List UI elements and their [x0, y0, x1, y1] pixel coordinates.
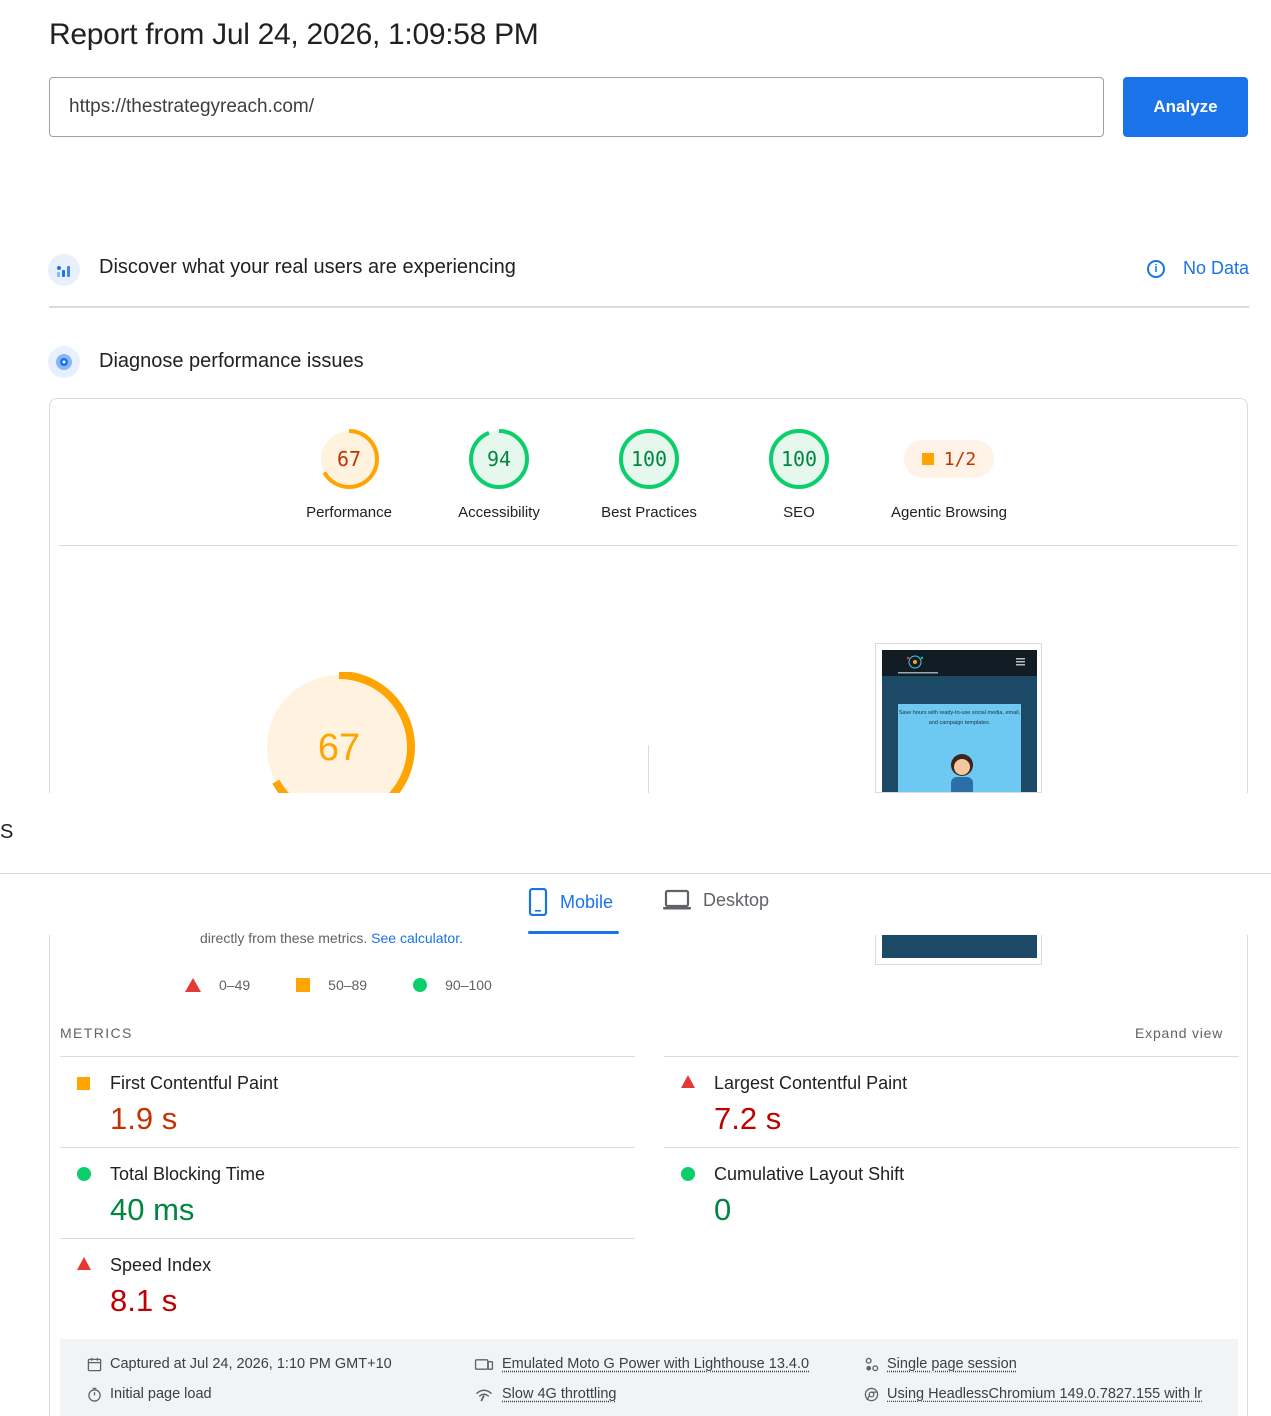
info-icon: i: [1147, 259, 1165, 278]
metric-name: Cumulative Layout Shift: [714, 1164, 905, 1184]
diagnose-icon: [48, 346, 80, 378]
metric-name: Speed Index: [110, 1255, 212, 1275]
score-accessibility[interactable]: 94 Accessibility: [439, 428, 559, 521]
thumbnail-bottom: [875, 935, 1042, 965]
initial-load-text: Initial page load: [110, 1386, 212, 1402]
metrics-header: METRICS: [60, 1025, 133, 1041]
vertical-divider: [648, 745, 649, 793]
session-text: Single page session: [887, 1356, 1017, 1372]
score-agentic-browsing[interactable]: 1/2 Agentic Browsing: [874, 440, 1024, 521]
pass-circle-icon: [413, 978, 428, 992]
pass-circle-icon: [77, 1167, 91, 1181]
mobile-phone-icon: [528, 888, 548, 916]
performance-gauge-large: 67: [262, 672, 416, 793]
score-label: Accessibility: [458, 504, 540, 521]
tab-mobile-label: Mobile: [560, 891, 614, 912]
tab-desktop-label: Desktop: [703, 889, 770, 910]
score-value: 1/2: [943, 448, 977, 470]
tab-bar-divider: [0, 873, 1271, 874]
page-screenshot-thumbnail[interactable]: Save hours with ready-to-use social medi…: [875, 643, 1042, 793]
score-value: 67: [337, 447, 361, 471]
pass-circle-icon: [681, 1167, 695, 1181]
score-performance[interactable]: 67 Performance: [289, 428, 409, 521]
browser-version[interactable]: Using HeadlessChromium 149.0.7827.155 wi…: [864, 1386, 1238, 1402]
runtime-settings: [60, 1339, 1238, 1416]
metric-fcp: First Contentful Paint 1.9 s: [60, 1056, 635, 1147]
average-square-icon: [77, 1077, 90, 1090]
emulated-device[interactable]: Emulated Moto G Power with Lighthouse 13…: [474, 1356, 809, 1372]
score-label: Performance: [306, 504, 392, 521]
score-value: 100: [781, 447, 817, 471]
score-label: Agentic Browsing: [891, 504, 1007, 521]
agentic-pill: 1/2: [904, 440, 994, 478]
metric-value: 8.1 s: [110, 1283, 178, 1318]
sticky-tab-bar: [0, 793, 1271, 935]
metric-value: 7.2 s: [714, 1101, 782, 1136]
emulated-text: Emulated Moto G Power with Lighthouse 13…: [502, 1356, 810, 1372]
average-square-icon: [296, 978, 311, 992]
captured-text: Captured at Jul 24, 2026, 1:10 PM GMT+10: [110, 1356, 392, 1372]
session-icon: [865, 1357, 879, 1371]
crux-title: Discover what your real users are experi…: [99, 256, 516, 278]
fail-triangle-icon: [77, 1257, 91, 1270]
captured-at: Captured at Jul 24, 2026, 1:10 PM GMT+10: [87, 1356, 392, 1372]
fail-triangle-icon: [681, 1075, 695, 1088]
tab-desktop[interactable]: Desktop: [663, 888, 769, 912]
illustration-person-icon: [951, 754, 973, 792]
page-session[interactable]: Single page session: [864, 1356, 1017, 1372]
no-data-link[interactable]: i No Data: [1147, 258, 1249, 279]
score-label: Best Practices: [601, 504, 697, 521]
metric-name: Largest Contentful Paint: [714, 1073, 908, 1093]
expand-view-button[interactable]: Expand view: [1135, 1025, 1223, 1041]
calculator-text: directly from these metrics.: [200, 930, 368, 946]
thumbnail-caption: Save hours with ready-to-use social medi…: [898, 710, 1021, 726]
browser-text: Using HeadlessChromium 149.0.7827.155 wi…: [887, 1386, 1203, 1402]
no-data-label: No Data: [1183, 258, 1250, 278]
average-square-icon: [921, 453, 934, 465]
analyze-button[interactable]: Analyze: [1123, 77, 1248, 137]
partial-heading-letter: S: [0, 821, 14, 843]
score-value: 100: [631, 447, 667, 471]
chrome-icon: [864, 1387, 879, 1401]
metric-tbt: Total Blocking Time 40 ms: [60, 1147, 635, 1238]
score-best-practices[interactable]: 100 Best Practices: [589, 428, 709, 521]
calculator-note: directly from these metrics. See calcula…: [200, 930, 463, 946]
laptop-icon: [663, 889, 691, 910]
score-legend: 0–49 50–89 90–100: [185, 977, 538, 993]
card-divider: [59, 545, 1238, 546]
initial-load: Initial page load: [87, 1386, 212, 1402]
tab-mobile[interactable]: Mobile: [528, 888, 613, 916]
legend-pass: 90–100: [445, 977, 492, 993]
section-divider: [49, 306, 1249, 308]
network-throttling[interactable]: Slow 4G throttling: [474, 1386, 616, 1402]
stopwatch-icon: [88, 1387, 101, 1402]
metric-value: 0: [714, 1192, 732, 1227]
see-calculator-link[interactable]: See calculator.: [371, 930, 463, 946]
signal-icon: [476, 1389, 492, 1401]
report-title: Report from Jul 24, 2026, 1:09:58 PM: [49, 18, 539, 51]
performance-score-large: 67: [318, 727, 360, 769]
metric-speed-index: Speed Index 8.1 s: [60, 1238, 635, 1329]
score-seo[interactable]: 100 SEO: [739, 428, 859, 521]
metric-value: 40 ms: [110, 1192, 195, 1227]
users-chart-icon: [48, 254, 80, 286]
score-value: 94: [487, 447, 511, 471]
legend-average: 50–89: [328, 977, 368, 993]
calendar-icon: [87, 1357, 102, 1371]
diagnose-title: Diagnose performance issues: [99, 350, 364, 372]
throttling-text: Slow 4G throttling: [502, 1386, 617, 1402]
score-label: SEO: [783, 504, 815, 521]
devices-icon: [474, 1358, 494, 1370]
legend-fail: 0–49: [219, 977, 251, 993]
url-input[interactable]: [49, 77, 1104, 137]
metric-name: First Contentful Paint: [110, 1073, 279, 1093]
metric-name: Total Blocking Time: [110, 1164, 266, 1184]
metric-lcp: Largest Contentful Paint 7.2 s: [664, 1056, 1239, 1147]
tab-active-indicator: [528, 931, 619, 934]
fail-triangle-icon: [185, 978, 201, 992]
metric-value: 1.9 s: [110, 1101, 178, 1136]
metric-cls: Cumulative Layout Shift 0: [664, 1147, 1239, 1238]
